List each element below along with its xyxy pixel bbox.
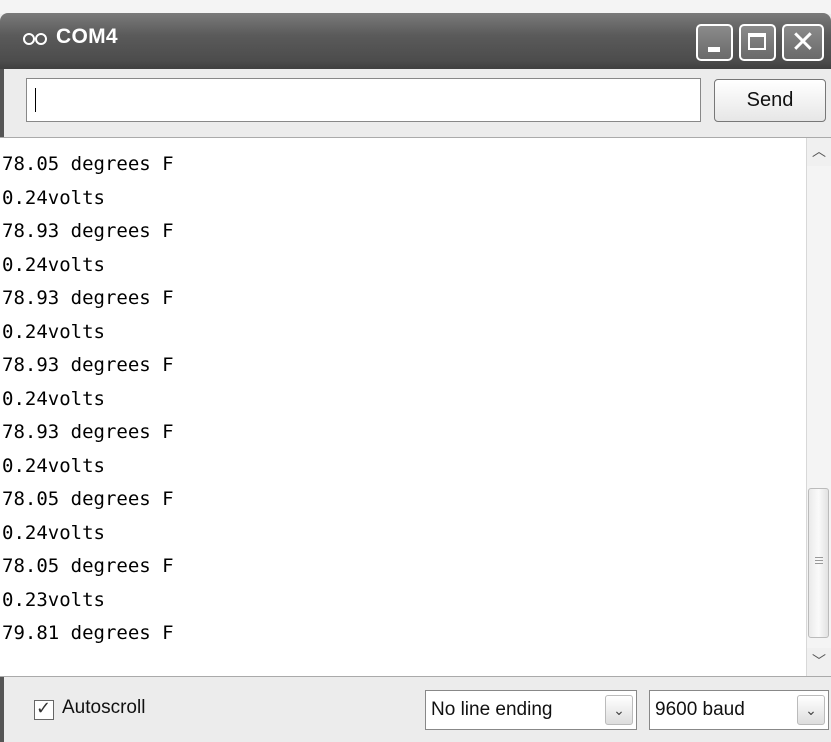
serial-monitor-window: COM4 ✕ Send 78.05 degrees F 0.24volts 78.9… (0, 0, 831, 742)
line-ending-select[interactable]: No line ending ⌄ (425, 690, 637, 730)
window-title: COM4 (56, 25, 118, 48)
output-line: 78.93 degrees F (2, 421, 174, 443)
output-line: 0.23volts (2, 588, 105, 611)
baud-rate-select[interactable]: 9600 baud ⌄ (649, 690, 829, 730)
checkmark-icon: ✓ (36, 698, 52, 719)
maximize-button[interactable] (739, 24, 776, 61)
autoscroll-checkbox[interactable]: ✓ (34, 698, 54, 720)
close-button[interactable]: ✕ (782, 24, 824, 61)
output-line: 0.24volts (2, 521, 105, 544)
output-line: 78.05 degrees F (2, 555, 174, 577)
output-line: 0.24volts (2, 387, 105, 410)
autoscroll-label[interactable]: Autoscroll (62, 697, 145, 719)
top-strip (0, 0, 831, 14)
output-line: 0.24volts (2, 454, 105, 477)
output-line: 78.93 degrees F (2, 220, 174, 242)
send-input[interactable] (26, 78, 701, 122)
grip-icon (815, 557, 823, 558)
maximize-icon (748, 33, 766, 50)
chevron-down-icon[interactable]: ⌄ (605, 695, 633, 725)
output-line: 0.24volts (2, 320, 105, 343)
send-button[interactable]: Send (714, 79, 826, 122)
chevron-up-icon: ︿ (812, 144, 826, 160)
output-line: 78.93 degrees F (2, 354, 174, 376)
minimize-button[interactable] (696, 24, 733, 61)
output-line: 78.05 degrees F (2, 488, 174, 510)
minimize-icon (708, 47, 720, 52)
scroll-up-button[interactable]: ︿ (807, 138, 831, 166)
infinity-icon (23, 33, 47, 45)
scrollbar-thumb[interactable] (808, 488, 829, 638)
output-line: 78.93 degrees F (2, 287, 174, 309)
chevron-down-icon: ﹀ (812, 654, 826, 670)
chevron-down-icon[interactable]: ⌄ (797, 695, 825, 725)
output-line: 78.05 degrees F (2, 153, 174, 175)
output-line: 0.24volts (2, 253, 105, 276)
line-ending-value: No line ending (431, 699, 553, 720)
output-lines: 78.05 degrees F 0.24volts 78.93 degrees F 0… (2, 148, 174, 651)
close-icon: ✕ (790, 25, 816, 60)
text-caret (35, 88, 36, 112)
serial-output[interactable]: 78.05 degrees F 0.24volts 78.93 degrees F 0… (0, 137, 831, 677)
vertical-scrollbar[interactable]: ︿ ﹀ (806, 138, 831, 676)
output-line: 0.24volts (2, 186, 105, 209)
output-line: 79.81 degrees F (2, 622, 174, 644)
baud-rate-value: 9600 baud (655, 699, 745, 720)
scroll-down-button[interactable]: ﹀ (807, 648, 831, 676)
